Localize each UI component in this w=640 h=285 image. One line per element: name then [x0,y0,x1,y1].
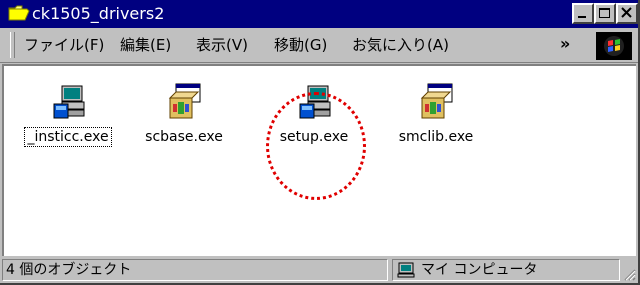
windows-logo-icon [596,32,632,60]
installer-box-icon [420,83,453,119]
status-location: マイ コンピュータ [392,259,620,281]
toolbar-grip[interactable] [10,32,15,58]
file-item-smclib[interactable]: smclib.exe [386,82,486,146]
file-item-setup[interactable]: setup.exe [264,82,364,146]
menu-go[interactable]: 移動(G) [274,36,327,54]
file-name: scbase.exe [145,129,223,145]
window-title: ck1505_drivers2 [32,4,165,23]
resize-grip-icon[interactable] [622,267,636,281]
minimize-icon [578,16,586,18]
menu-view[interactable]: 表示(V) [196,36,248,54]
file-name: setup.exe [279,129,349,145]
explorer-window: ck1505_drivers2 ファイル(F) 編集(E) 表示(V) 移動(G… [0,0,640,285]
title-bar[interactable]: ck1505_drivers2 [0,0,638,28]
menu-edit[interactable]: 編集(E) [120,36,171,54]
menu-overflow-chevron[interactable]: » [560,34,570,53]
setup-computer-icon [53,85,85,119]
status-bar: 4 個のオブジェクト マイ コンピュータ [0,257,638,283]
close-icon [621,7,632,18]
minimize-button[interactable] [572,3,594,24]
file-list-area[interactable]: _insticc.exe scbase.exe setup.exe smclib… [2,64,636,256]
status-location-label: マイ コンピュータ [421,262,538,278]
my-computer-icon [397,262,415,278]
menu-favorites[interactable]: お気に入り(A) [352,36,449,54]
setup-computer-icon [299,85,331,119]
menu-bar: ファイル(F) 編集(E) 表示(V) 移動(G) お気に入り(A) » [0,28,638,63]
file-name: smclib.exe [398,129,474,145]
close-button[interactable] [616,3,638,24]
file-item-scbase[interactable]: scbase.exe [134,82,234,146]
open-folder-icon [8,5,30,21]
maximize-icon [599,8,610,18]
file-name: _insticc.exe [24,127,112,147]
status-object-count: 4 個のオブジェクト [2,259,388,281]
file-item-insticc[interactable]: _insticc.exe [18,82,118,147]
menu-file[interactable]: ファイル(F) [24,36,104,54]
installer-box-icon [168,83,201,119]
maximize-button[interactable] [594,3,616,24]
